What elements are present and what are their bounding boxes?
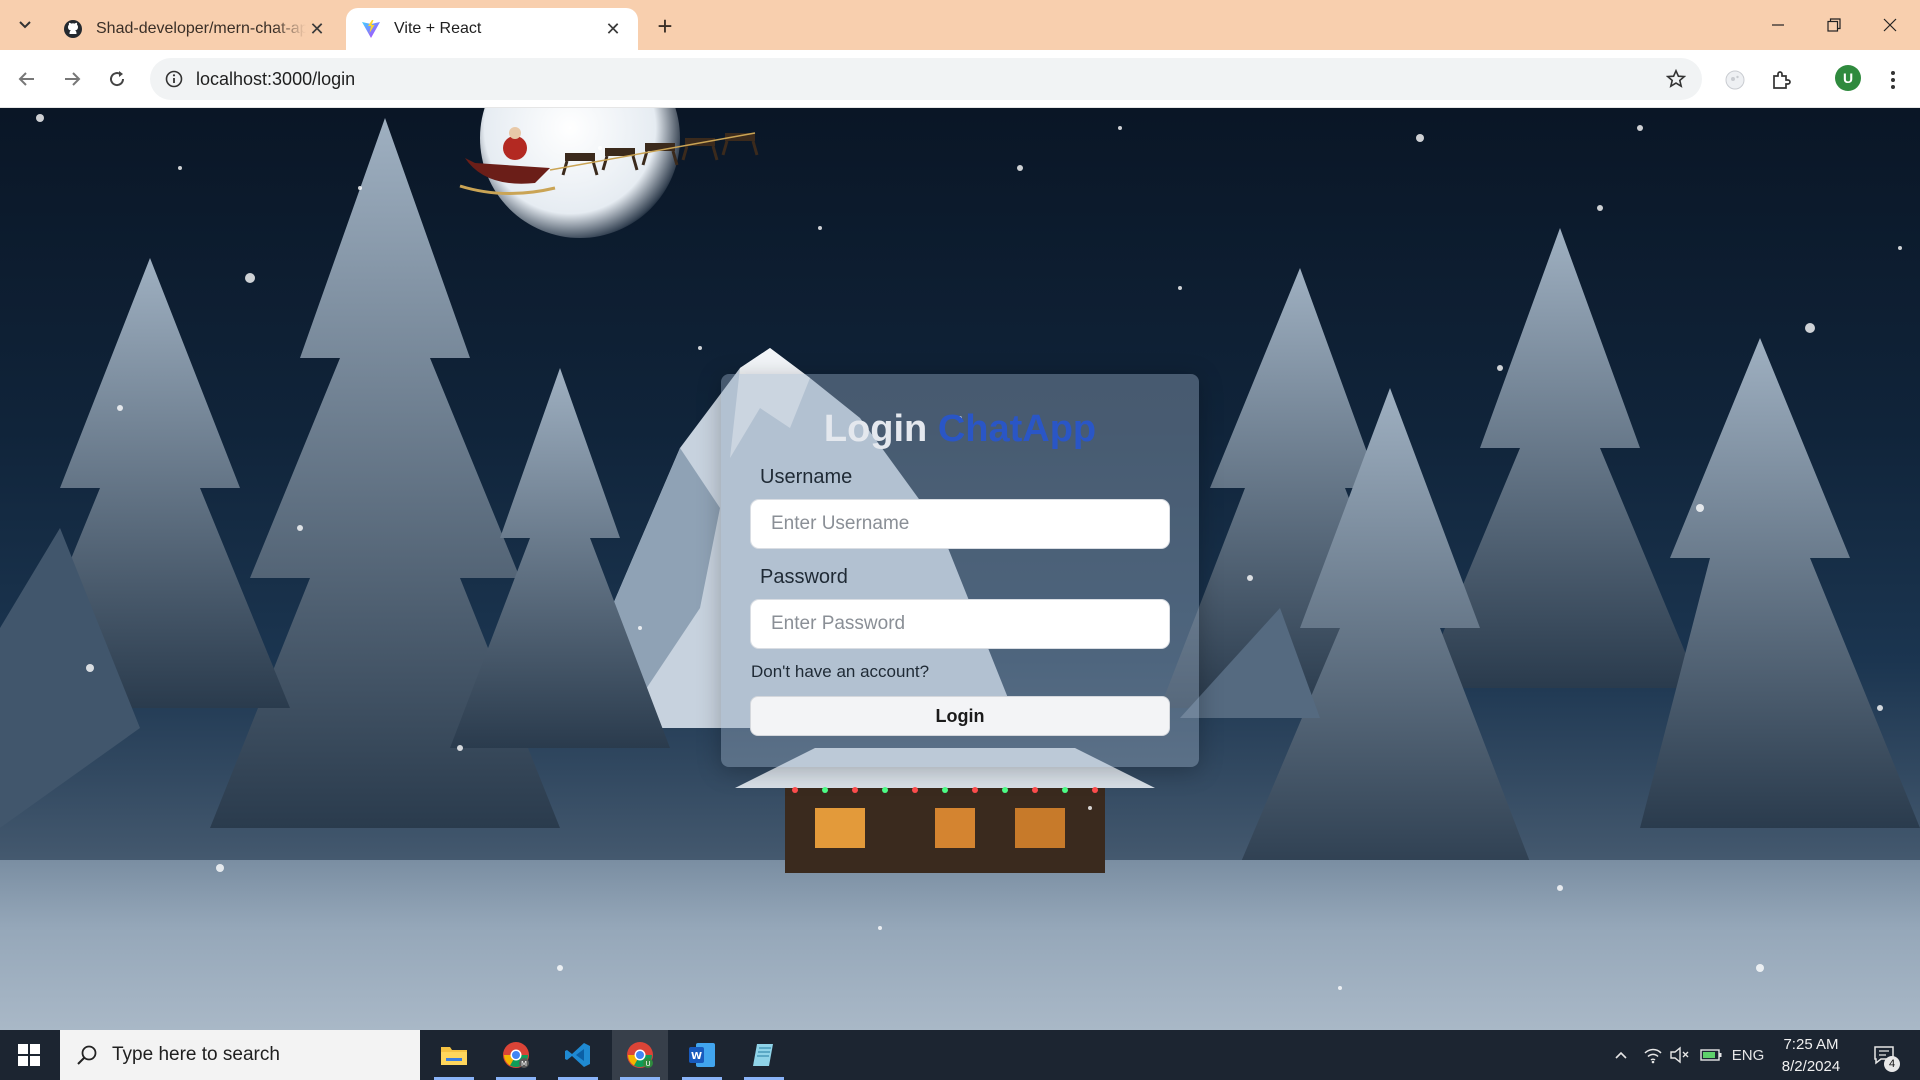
svg-text:M: M [521, 1060, 527, 1068]
wifi-icon [1644, 1048, 1662, 1064]
taskbar-app-file-explorer[interactable] [426, 1030, 482, 1080]
taskbar-search-box[interactable]: Type here to search [60, 1030, 420, 1080]
taskbar-app-word[interactable]: W [674, 1030, 730, 1080]
site-info-icon[interactable] [162, 67, 186, 91]
start-button[interactable] [0, 1030, 58, 1080]
password-label: Password [760, 566, 848, 588]
extension-moon-icon[interactable] [1720, 65, 1750, 95]
forward-button[interactable] [54, 61, 90, 97]
profile-avatar[interactable]: U [1835, 65, 1861, 91]
page-viewport: Login ChatApp Username Password Don't ha… [0, 108, 1920, 1030]
signup-link[interactable]: Don't have an account? [751, 662, 929, 682]
chrome-profile-m-icon: M [503, 1042, 529, 1068]
tab-title: Shad-developer/mern-chat-app [96, 20, 306, 37]
taskbar-app-notepad[interactable] [736, 1030, 792, 1080]
new-tab-button[interactable]: + [651, 10, 679, 41]
file-explorer-icon [441, 1047, 467, 1065]
word-icon: W [689, 1043, 715, 1067]
tab-vite-react[interactable]: Vite + React ✕ [346, 8, 638, 50]
svg-text:U: U [645, 1060, 650, 1068]
minimize-button[interactable] [1750, 0, 1806, 50]
address-bar[interactable]: localhost:3000/login [150, 58, 1702, 100]
notepad-icon [753, 1044, 773, 1066]
username-field-wrapper [750, 499, 1170, 549]
restore-icon [1827, 18, 1841, 32]
taskbar-app-vscode[interactable] [550, 1030, 606, 1080]
brand-name: ChatApp [937, 408, 1097, 450]
username-label: Username [760, 466, 853, 488]
close-icon [1883, 18, 1897, 32]
extensions-puzzle-icon[interactable] [1766, 65, 1796, 95]
clock-time: 7:25 AM [1783, 1036, 1839, 1053]
login-button[interactable]: Login [750, 696, 1170, 736]
close-window-button[interactable] [1862, 0, 1918, 50]
volume-muted-icon [1670, 1046, 1689, 1064]
windows-taskbar: Type here to search M U W ENG 7:25 AM 8/… [0, 1030, 1920, 1080]
battery-button[interactable] [1694, 1030, 1728, 1080]
chevron-up-icon [1615, 1051, 1627, 1059]
reload-icon [110, 71, 125, 87]
chrome-profile-u-icon: U [627, 1042, 653, 1068]
password-input[interactable] [751, 600, 1169, 648]
browser-tab-strip: Shad-developer/mern-chat-app ✕ Vite + Re… [0, 0, 1920, 50]
chevron-down-icon [19, 21, 31, 29]
close-icon[interactable]: ✕ [306, 18, 328, 40]
tab-github[interactable]: Shad-developer/mern-chat-app ✕ [48, 8, 342, 50]
bookmark-star-icon[interactable] [1664, 67, 1688, 91]
search-icon [77, 1045, 97, 1065]
notification-count-badge: 4 [1884, 1056, 1900, 1072]
notification-center-button[interactable]: 4 [1866, 1040, 1902, 1072]
search-placeholder: Type here to search [112, 1044, 280, 1065]
show-hidden-icons-button[interactable] [1606, 1030, 1636, 1080]
taskbar-clock[interactable]: 7:25 AM 8/2/2024 [1770, 1034, 1852, 1078]
login-card: Login ChatApp Username Password Don't ha… [721, 374, 1199, 767]
login-title: Login ChatApp [721, 408, 1199, 451]
browser-toolbar: localhost:3000/login U [0, 50, 1920, 108]
battery-icon [1700, 1049, 1722, 1061]
arrow-left-icon [18, 72, 34, 86]
username-input[interactable] [751, 500, 1169, 548]
restore-button[interactable] [1806, 0, 1862, 50]
svg-text:W: W [691, 1051, 702, 1062]
arrow-right-icon [65, 72, 81, 86]
plus-icon: + [657, 10, 673, 41]
menu-kebab-icon[interactable] [1878, 65, 1908, 95]
password-field-wrapper [750, 599, 1170, 649]
github-icon [62, 18, 84, 40]
taskbar-app-chrome-m[interactable]: M [488, 1030, 544, 1080]
back-button[interactable] [9, 61, 45, 97]
login-title-prefix: Login [823, 408, 928, 450]
clock-date: 8/2/2024 [1781, 1058, 1841, 1075]
taskbar-app-chrome-u[interactable]: U [612, 1030, 668, 1080]
volume-button[interactable] [1664, 1030, 1694, 1080]
language-indicator[interactable]: ENG [1728, 1030, 1768, 1080]
reload-button[interactable] [99, 61, 135, 97]
url-text[interactable]: localhost:3000/login [196, 69, 355, 90]
close-icon[interactable]: ✕ [602, 18, 624, 40]
windows-logo-icon [18, 1044, 40, 1066]
tab-search-button[interactable] [10, 9, 40, 39]
tab-title: Vite + React [394, 20, 482, 37]
minimize-icon [1772, 24, 1784, 26]
vite-icon [360, 18, 382, 40]
vscode-icon [565, 1043, 590, 1067]
